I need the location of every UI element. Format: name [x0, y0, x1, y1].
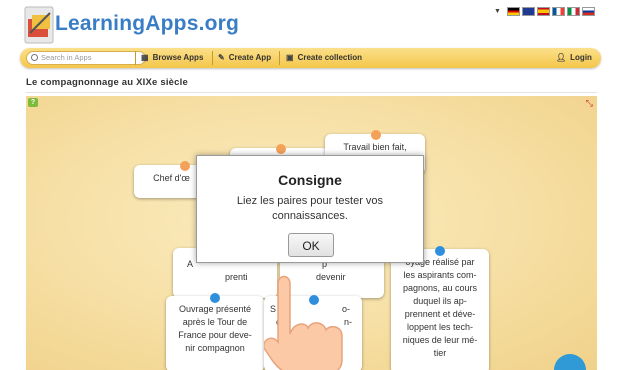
card-text: les aspirants com- — [403, 270, 477, 280]
es-flag-icon[interactable] — [536, 7, 550, 16]
connector-dot[interactable] — [210, 293, 220, 303]
card-text: France pour deve- — [178, 330, 252, 340]
card-text: prennent et déve- — [404, 309, 476, 319]
it-flag-icon[interactable] — [566, 7, 580, 16]
login-label: Login — [570, 53, 592, 62]
card-text: niques de leur mé- — [402, 335, 478, 345]
logo-icon — [24, 6, 54, 44]
pencil-icon: ✎ — [218, 53, 225, 62]
nav-divider — [279, 51, 280, 65]
browse-apps-label: Browse Apps — [152, 53, 204, 62]
main-navbar: Search in Apps ▦ Browse Apps ✎ Create Ap… — [20, 48, 601, 68]
nav-divider — [212, 51, 213, 65]
create-app-link[interactable]: ✎ Create App — [218, 51, 271, 65]
de-flag-icon[interactable] — [506, 7, 520, 16]
card-text: loppent les tech- — [406, 322, 474, 332]
pair-card[interactable]: Ouvrage présenté après le Tour de France… — [166, 296, 264, 370]
search-placeholder: Search in Apps — [41, 53, 92, 62]
connector-dot[interactable] — [435, 246, 445, 256]
connector-dot[interactable] — [371, 130, 381, 140]
connector-dot[interactable] — [180, 161, 190, 171]
user-icon: 👤︎ — [556, 53, 567, 62]
title-divider — [26, 92, 597, 93]
ok-button[interactable]: OK — [288, 233, 334, 257]
help-icon[interactable]: ? — [28, 98, 38, 107]
check-button[interactable] — [554, 354, 586, 370]
page-title: Le compagnonnage au XIXe siècle — [26, 77, 188, 88]
grid-icon: ▦ — [141, 53, 149, 62]
card-text: pagnons, au cours — [402, 283, 478, 293]
card-text: prenti — [225, 272, 248, 282]
instruction-dialog: Consigne Liez les paires pour tester vos… — [196, 155, 424, 263]
connector-dot[interactable] — [276, 144, 286, 154]
card-text: tier — [433, 348, 447, 358]
create-app-label: Create App — [228, 53, 272, 62]
card-text: après le Tour de — [182, 317, 248, 327]
fullscreen-icon[interactable]: ⤡ — [586, 98, 593, 109]
site-logo[interactable]: LearningApps.org — [55, 12, 239, 36]
collection-icon: ▣ — [286, 53, 294, 62]
search-icon — [31, 54, 38, 61]
fr-flag-icon[interactable] — [551, 7, 565, 16]
ru-flag-icon[interactable] — [581, 7, 595, 16]
card-text: Chef d'œ — [153, 173, 190, 183]
nav-divider — [135, 51, 136, 65]
dialog-title: Consigne — [278, 172, 342, 188]
app-canvas[interactable]: ? ⤡ Chef d'œ Travail bien fait, A prenti… — [26, 96, 597, 370]
card-text: duquel ils ap- — [413, 296, 467, 306]
chevron-down-icon[interactable]: ▼ — [494, 8, 501, 15]
dialog-text-line-1: Liez les paires pour tester vos — [236, 195, 384, 207]
pair-card[interactable]: oyage réalisé par les aspirants com- pag… — [391, 249, 489, 370]
browse-apps-link[interactable]: ▦ Browse Apps — [141, 51, 203, 65]
hand-pointer-icon — [264, 275, 343, 370]
create-collection-label: Create collection — [297, 53, 363, 62]
language-selector[interactable]: ▼ — [494, 7, 595, 16]
dialog-text-line-2: connaissances. — [272, 210, 348, 222]
login-link[interactable]: 👤︎ Login — [556, 51, 592, 65]
card-text: Ouvrage présenté — [178, 304, 252, 314]
create-collection-link[interactable]: ▣ Create collection — [286, 51, 362, 65]
search-input[interactable]: Search in Apps — [26, 51, 146, 65]
card-text: nir compagnon — [185, 343, 245, 353]
card-text: Travail bien fait, — [343, 142, 407, 152]
gb-flag-icon[interactable] — [521, 7, 535, 16]
